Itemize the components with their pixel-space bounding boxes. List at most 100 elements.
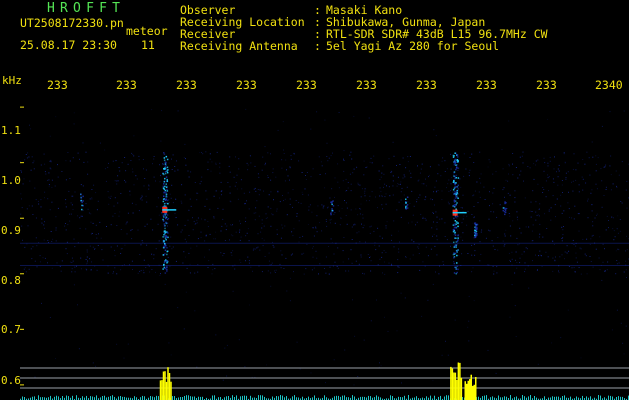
noise-pixel [168,199,170,201]
noise-pixel [607,261,609,263]
noise-pixel [625,260,627,262]
noise-pixel [505,229,507,231]
noise-pixel [293,228,295,230]
noise-pixel [31,156,33,158]
noise-pixel [55,116,57,118]
echo-pixel [165,193,168,196]
noise-pixel [446,239,448,241]
noise-pixel [44,191,46,193]
noise-pixel [502,240,504,242]
noise-pixel [539,233,541,235]
noise-pixel [81,215,83,217]
event-count: 11 [141,38,155,52]
noise-pixel [590,192,592,194]
noise-pixel [91,261,92,263]
noise-pixel [161,213,163,215]
noise-pixel [287,175,289,177]
noise-pixel [268,252,270,254]
noise-pixel [259,249,261,251]
noise-pixel [479,177,481,179]
noise-pixel [215,238,216,240]
noise-pixel [351,262,353,264]
noise-pixel [605,270,606,272]
noise-pixel [599,269,601,271]
noise-pixel [438,273,440,275]
x-tick-label: 233 [296,80,317,92]
noise-pixel [261,219,263,221]
noise-pixel [471,214,473,215]
echo-pixel [165,239,167,241]
noise-pixel [352,172,354,174]
noise-pixel [350,249,352,251]
noise-pixel [233,176,235,178]
activity-noise [22,396,23,400]
noise-pixel [401,187,403,189]
noise-pixel [473,194,475,196]
noise-pixel [281,224,283,226]
noise-pixel [522,162,524,164]
noise-pixel [270,225,272,227]
activity-noise [504,396,505,400]
noise-pixel [433,233,435,235]
noise-pixel [473,217,475,219]
noise-pixel [525,226,527,228]
noise-pixel [546,228,548,229]
noise-pixel [184,238,186,240]
echo-pixel [457,239,459,241]
noise-pixel [181,202,183,204]
noise-pixel [325,173,326,175]
echo-pixel [454,197,457,199]
activity-noise [524,396,525,400]
echo-pixel [457,184,459,187]
activity-peak [170,381,172,400]
noise-pixel [296,215,298,217]
noise-pixel [234,268,236,270]
noise-pixel [263,190,264,192]
noise-pixel [616,228,618,230]
activity-noise [446,395,447,400]
noise-pixel [325,256,327,258]
noise-pixel [114,197,116,199]
noise-pixel [380,190,382,192]
echo-pixel [165,191,167,194]
noise-pixel [369,226,371,228]
noise-pixel [398,248,400,250]
noise-pixel [385,203,387,205]
noise-pixel [185,256,186,258]
noise-pixel [541,255,542,257]
noise-pixel [74,266,76,268]
noise-pixel [171,169,173,170]
noise-pixel [305,175,306,176]
noise-pixel [220,230,222,232]
noise-pixel [264,164,266,166]
noise-pixel [73,238,75,240]
noise-pixel [79,227,81,229]
noise-pixel [564,258,565,260]
noise-pixel [364,190,366,192]
noise-pixel [121,248,123,250]
noise-pixel [247,169,249,171]
noise-pixel [189,198,191,200]
noise-pixel [144,178,146,179]
noise-pixel [246,200,247,202]
noise-pixel [56,262,58,264]
noise-pixel [258,194,260,196]
noise-pixel [169,245,171,247]
echo-pixel [474,234,476,237]
noise-pixel [450,183,452,185]
noise-pixel [20,379,21,381]
noise-pixel [254,248,256,250]
echo-pixel [456,250,458,252]
echo-pixel [166,270,168,273]
noise-pixel [419,194,421,196]
noise-pixel [385,225,387,227]
echo-pixel [456,154,459,156]
noise-pixel [125,170,127,172]
noise-pixel [345,178,347,180]
noise-pixel [245,108,247,110]
noise-pixel [626,249,628,251]
noise-pixel [379,187,381,189]
noise-pixel [425,246,427,248]
echo-pixel [330,212,332,214]
noise-pixel [536,215,538,216]
